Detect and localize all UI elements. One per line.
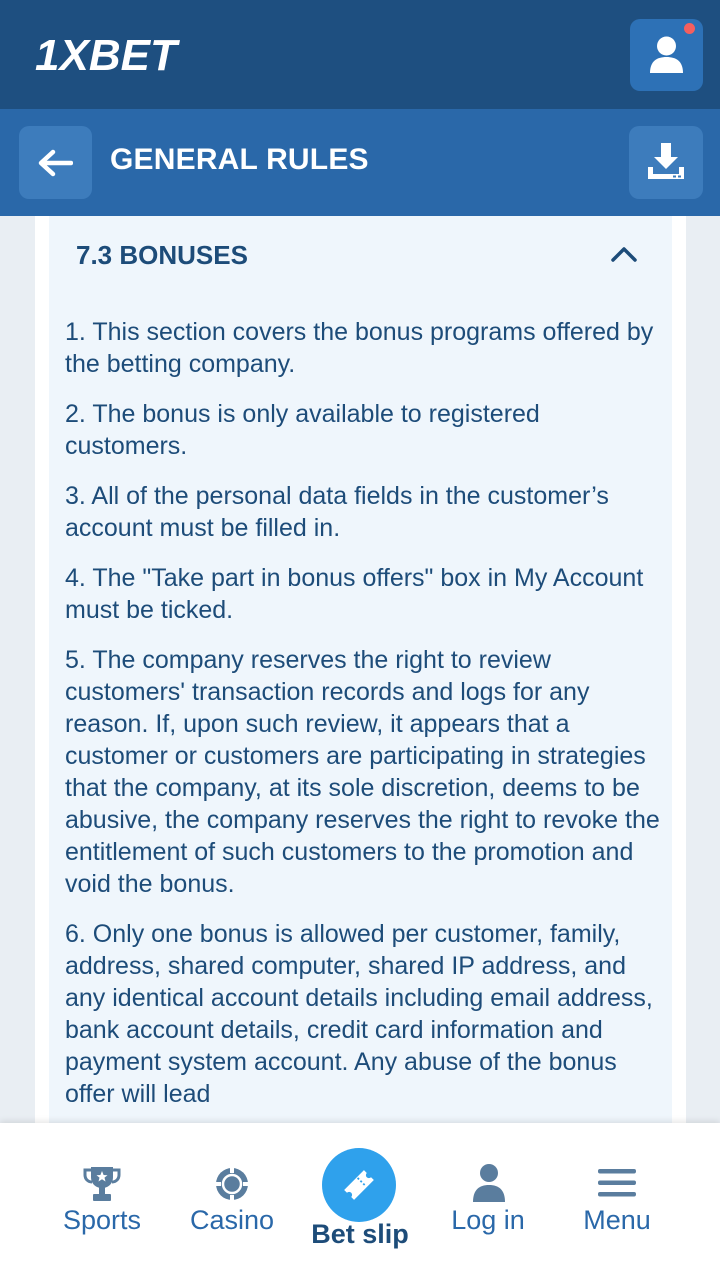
nav-menu[interactable]: Menu — [570, 1123, 665, 1273]
rule-item: 6. Only one bonus is allowed per custome… — [65, 920, 653, 1108]
casino-chip-icon — [216, 1168, 248, 1200]
section-header[interactable]: 7.3 BONUSES — [49, 216, 672, 298]
ticket-icon — [344, 1170, 374, 1200]
svg-text:1XBET: 1XBET — [35, 34, 180, 74]
chevron-up-icon[interactable] — [611, 246, 637, 262]
rules-content[interactable]: 7.3 BONUSES 1. This section covers the b… — [35, 216, 686, 1123]
arrow-left-icon — [38, 149, 73, 177]
brand-logo[interactable]: 1XBET — [35, 34, 210, 74]
nav-menu-label: Menu — [583, 1205, 651, 1235]
download-button[interactable] — [629, 126, 703, 199]
sub-header: GENERAL RULES — [0, 109, 720, 216]
hamburger-menu-icon — [598, 1169, 636, 1197]
notification-dot — [684, 23, 695, 34]
nav-casino[interactable]: Casino — [185, 1123, 280, 1273]
top-bar: 1XBET — [0, 0, 720, 109]
bottom-nav: Sports Casino Bet slip Log in Menu — [0, 1123, 720, 1280]
rule-item: 4. The "Take part in bonus offers" box i… — [65, 564, 644, 624]
rule-item: 3. All of the personal data fields in th… — [65, 482, 609, 542]
rule-item: 5. The company reserves the right to rev… — [65, 646, 660, 898]
user-icon — [650, 36, 683, 73]
profile-button[interactable] — [630, 19, 703, 91]
rules-list: 1. This section covers the bonus program… — [65, 316, 665, 1123]
nav-login-label: Log in — [451, 1205, 525, 1235]
page-title: GENERAL RULES — [110, 143, 369, 176]
nav-login[interactable]: Log in — [441, 1123, 536, 1273]
rule-item: 1. This section covers the bonus program… — [65, 318, 654, 378]
nav-sports[interactable]: Sports — [55, 1123, 150, 1273]
nav-casino-label: Casino — [189, 1205, 275, 1235]
download-icon — [648, 143, 684, 179]
section-title: 7.3 BONUSES — [76, 240, 248, 270]
back-button[interactable] — [19, 126, 92, 199]
bonuses-panel: 7.3 BONUSES 1. This section covers the b… — [49, 216, 672, 1123]
rule-item: 2. The bonus is only available to regist… — [65, 400, 540, 460]
betslip-button[interactable] — [322, 1148, 396, 1222]
trophy-icon — [83, 1167, 121, 1201]
nav-sports-label: Sports — [62, 1205, 142, 1235]
user-icon — [473, 1164, 505, 1202]
nav-betslip-label[interactable]: Bet slip — [311, 1219, 409, 1250]
